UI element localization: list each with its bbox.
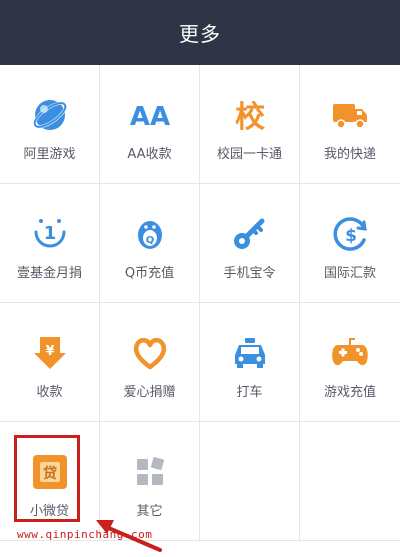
others-grid-icon — [130, 452, 170, 492]
charity-heart-icon — [130, 333, 170, 373]
grid-item-label: 壹基金月捐 — [16, 266, 82, 281]
grid-item-q-coin[interactable]: Q Q币充值 — [100, 184, 200, 303]
grid-item-taxi[interactable]: 打车 — [200, 303, 300, 422]
svg-text:$: $ — [345, 226, 357, 246]
grid-item-ali-game[interactable]: 阿里游戏 — [0, 65, 100, 184]
grid-item-phone-token[interactable]: 手机宝令 — [200, 184, 300, 303]
grid-item-label: 收款 — [36, 385, 63, 400]
collect-money-icon: ¥ — [30, 333, 70, 373]
qq-penguin-icon: Q — [130, 214, 170, 254]
grid-item-international-remit[interactable]: $ 国际汇款 — [300, 184, 400, 303]
game-controller-icon — [330, 333, 370, 373]
ali-game-icon — [30, 95, 70, 135]
one-foundation-icon: 1 — [30, 214, 70, 254]
grid-item-express[interactable]: 我的快递 — [300, 65, 400, 184]
grid-item-label: 爱心捐赠 — [123, 385, 176, 400]
express-truck-icon — [330, 95, 370, 135]
grid-item-label: 国际汇款 — [323, 266, 376, 281]
grid-item-campus-card[interactable]: 校 校园一卡通 — [200, 65, 300, 184]
grid-item-collect-money[interactable]: ¥ 收款 — [0, 303, 100, 422]
grid-empty-cell — [300, 422, 400, 541]
page-header: 更多 — [0, 0, 400, 65]
grid-item-charity[interactable]: 爱心捐赠 — [100, 303, 200, 422]
svg-text:¥: ¥ — [45, 344, 54, 359]
grid-empty-cell — [200, 422, 300, 541]
grid-item-aa-collect[interactable]: AA AA收款 — [100, 65, 200, 184]
grid-item-label: 打车 — [236, 385, 263, 400]
svg-text:Q: Q — [145, 235, 154, 246]
watermark-text: www.qinpinchang.com — [17, 528, 153, 541]
phone-token-key-icon — [230, 214, 270, 254]
svg-text:AA: AA — [130, 102, 170, 132]
grid-item-label: AA收款 — [127, 147, 172, 162]
grid-item-label: 游戏充值 — [323, 385, 376, 400]
highlight-box — [14, 435, 80, 522]
grid-item-label: 校园一卡通 — [216, 147, 282, 162]
grid-item-label: 我的快递 — [323, 147, 376, 162]
taxi-icon — [230, 333, 270, 373]
international-remit-icon: $ — [330, 214, 370, 254]
svg-text:1: 1 — [43, 223, 56, 244]
grid-item-label: Q币充值 — [124, 266, 175, 281]
grid-item-one-foundation[interactable]: 1 壹基金月捐 — [0, 184, 100, 303]
grid-item-label: 手机宝令 — [223, 266, 276, 281]
page-title: 更多 — [179, 22, 221, 46]
grid-item-game-recharge[interactable]: 游戏充值 — [300, 303, 400, 422]
grid-item-label: 阿里游戏 — [23, 147, 76, 162]
svg-text:校: 校 — [235, 100, 265, 135]
aa-collect-icon: AA — [130, 95, 170, 135]
campus-card-icon: 校 — [230, 95, 270, 135]
